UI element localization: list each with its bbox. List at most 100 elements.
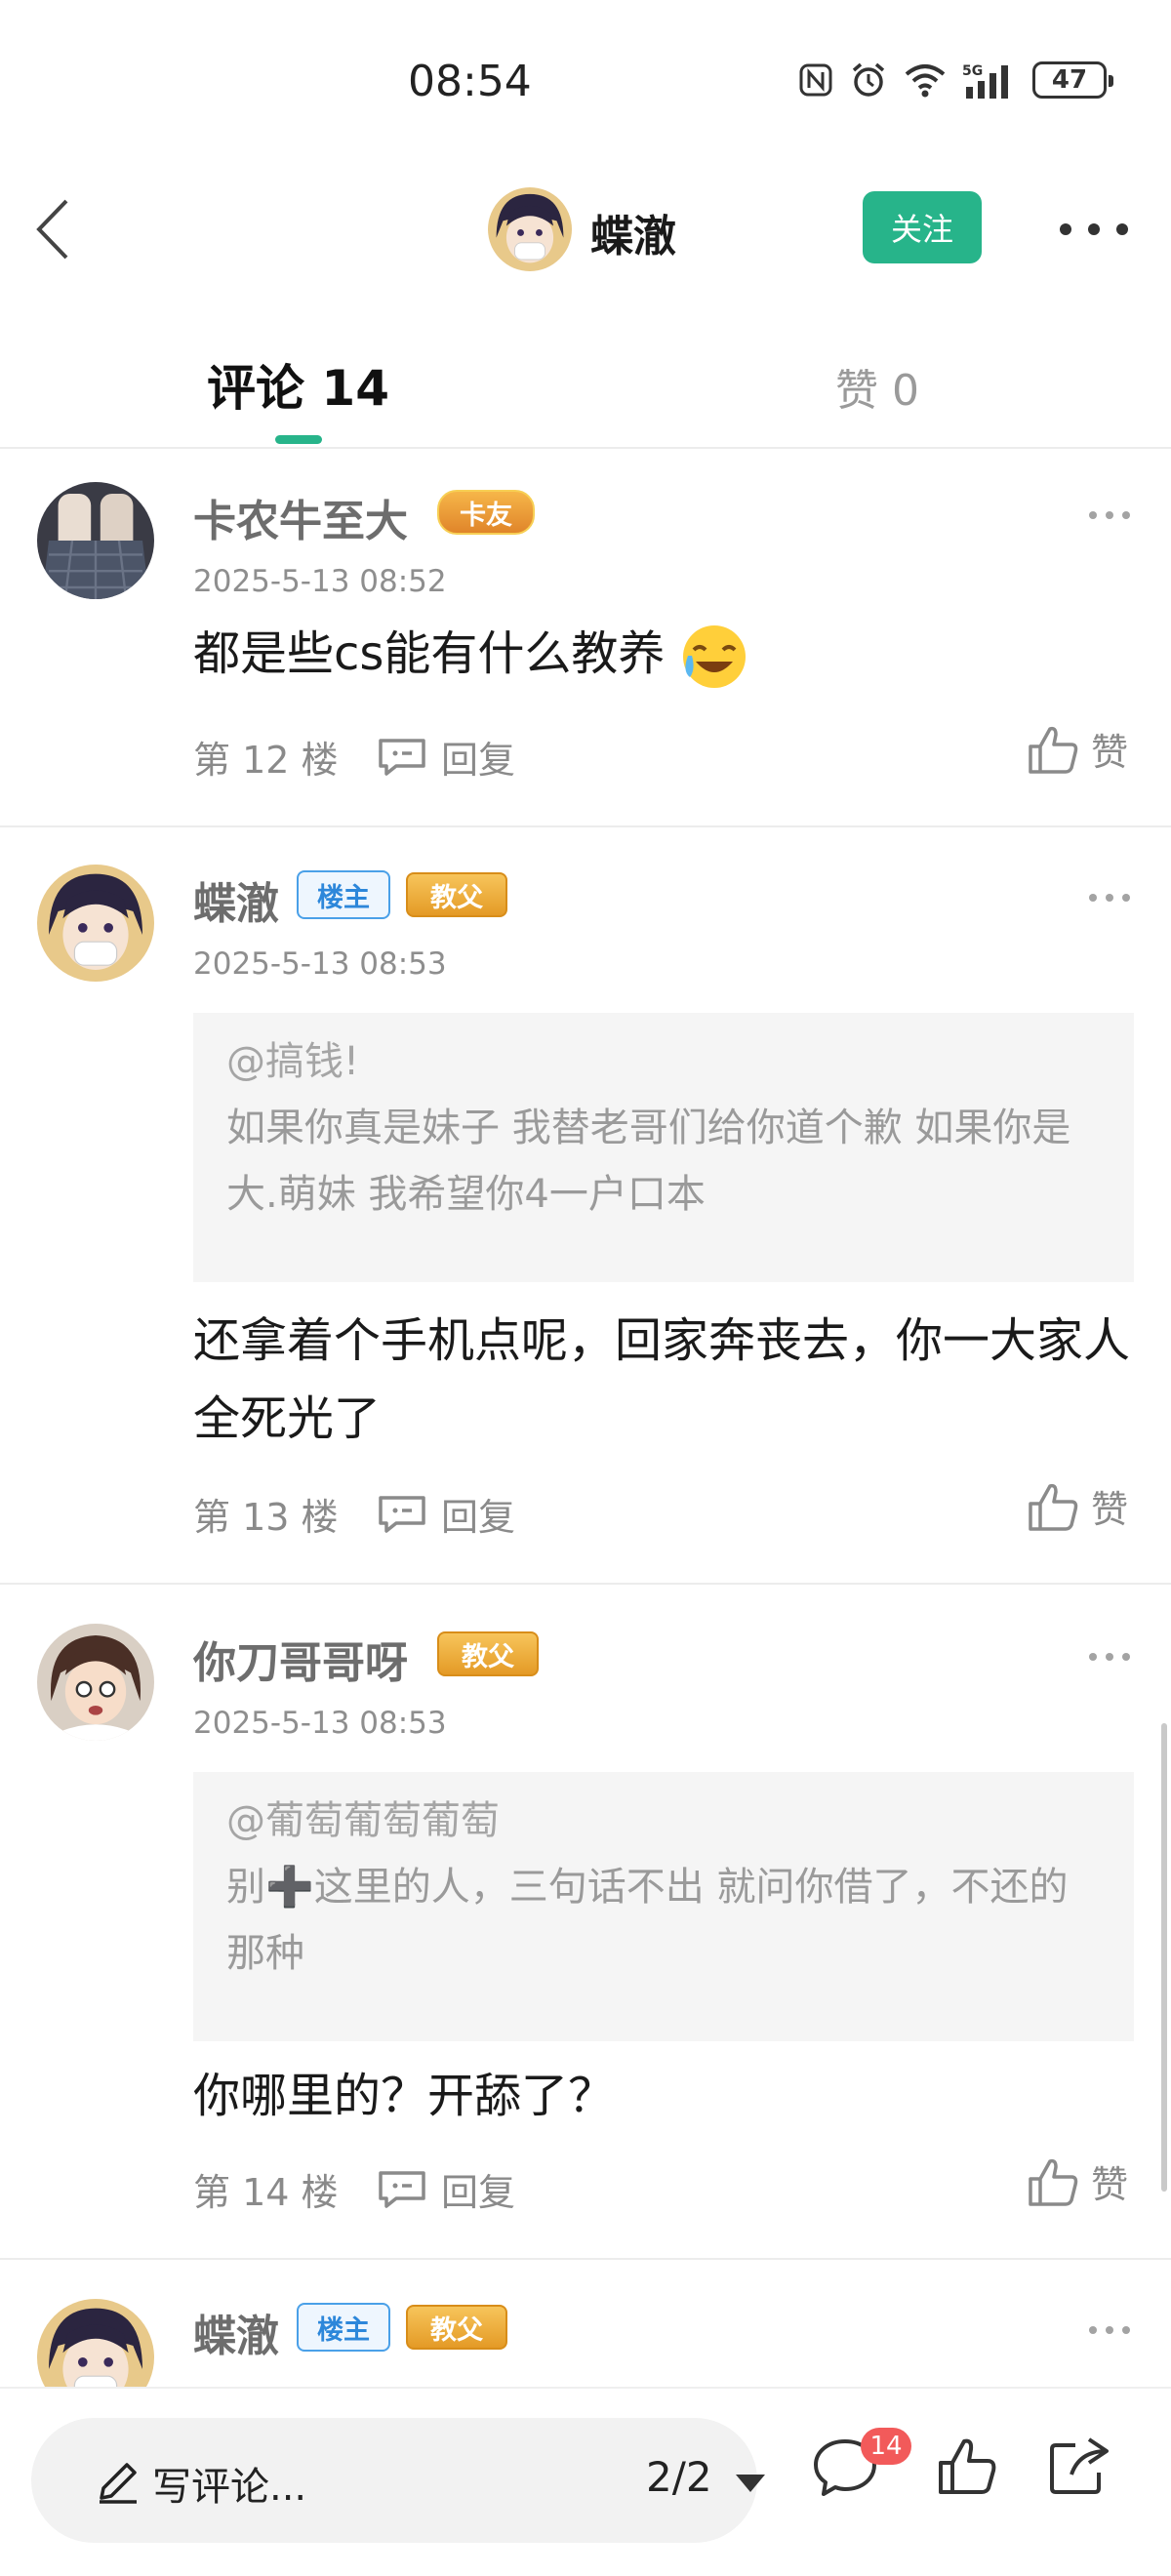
comment-time: 2025-5-13 08:53 bbox=[193, 946, 447, 982]
status-icons: 5G 47 bbox=[798, 60, 1113, 100]
tab-likes[interactable]: 赞 0 bbox=[835, 355, 919, 418]
thumbs-up-icon bbox=[1029, 726, 1078, 774]
photo-avatar-icon bbox=[37, 482, 154, 599]
more-options-button[interactable] bbox=[1060, 205, 1128, 254]
comment-more-button[interactable] bbox=[1089, 2324, 1130, 2336]
tab-bar: 评论 14 赞 0 bbox=[0, 332, 1171, 449]
dot-icon bbox=[1122, 894, 1130, 902]
comment-more-button[interactable] bbox=[1089, 892, 1130, 904]
dot-icon bbox=[1060, 223, 1071, 235]
reply-button[interactable]: 回复 bbox=[377, 1487, 515, 1541]
dot-icon bbox=[1116, 223, 1128, 235]
scrollbar[interactable] bbox=[1161, 1723, 1167, 2192]
commenter-avatar[interactable] bbox=[37, 1624, 154, 1741]
reply-button[interactable]: 回复 bbox=[377, 2162, 515, 2216]
reply-icon bbox=[379, 738, 425, 776]
like-label: 赞 bbox=[1091, 1488, 1129, 1531]
reply-label: 回复 bbox=[441, 2171, 516, 2214]
comment-item: 蝶澈 楼主 教父 2025-5-13 08:53 @搞钱! 如果你真是妹子 我替… bbox=[0, 827, 1171, 1585]
dot-icon bbox=[1122, 511, 1130, 519]
anime-avatar-icon bbox=[37, 2299, 154, 2387]
svg-text:5G: 5G bbox=[962, 63, 983, 79]
quoted-text: 别➕这里的人，三句话不出 就问你借了，不还的那种 bbox=[226, 1865, 1069, 1976]
top-nav: 蝶澈 关注 bbox=[0, 166, 1171, 287]
thumbs-up-icon[interactable] bbox=[935, 2435, 997, 2498]
header-username[interactable]: 蝶澈 bbox=[590, 201, 676, 263]
back-button[interactable] bbox=[29, 195, 78, 263]
status-time: 08:54 bbox=[408, 57, 532, 106]
commenter-name[interactable]: 卡农牛至大 bbox=[193, 486, 408, 548]
like-button[interactable]: 赞 bbox=[1027, 2154, 1128, 2208]
comment-item: 卡农牛至大 卡友 2025-5-13 08:52 都是些cs能有什么教养 第 1… bbox=[0, 451, 1171, 827]
tab-active-indicator bbox=[275, 435, 322, 444]
anime-avatar-icon bbox=[488, 187, 572, 271]
share-icon[interactable] bbox=[1046, 2435, 1110, 2498]
header-avatar[interactable] bbox=[488, 187, 572, 271]
user-level-badge: 教父 bbox=[406, 2305, 507, 2350]
comment-more-button[interactable] bbox=[1089, 509, 1130, 521]
reply-button[interactable]: 回复 bbox=[377, 730, 515, 784]
bottom-action-bar: 写评论... 2/2 14 bbox=[0, 2387, 1171, 2576]
comment-item: 蝶澈 楼主 教父 bbox=[0, 2260, 1171, 2387]
floor-number: 第 13 楼 bbox=[193, 1496, 339, 1539]
status-bar: 08:54 5G 47 bbox=[0, 0, 1171, 166]
owner-badge: 楼主 bbox=[297, 2303, 390, 2352]
wifi-icon bbox=[905, 64, 946, 98]
comment-text: 都是些cs能有什么教养 bbox=[193, 615, 1134, 693]
user-level-badge: 卡友 bbox=[437, 490, 535, 535]
anime-avatar-icon bbox=[37, 865, 154, 982]
follow-button[interactable]: 关注 bbox=[863, 191, 982, 263]
floor-number: 第 14 楼 bbox=[193, 2171, 339, 2214]
comment-time: 2025-5-13 08:52 bbox=[193, 564, 447, 599]
thumbs-up-icon bbox=[1029, 2158, 1078, 2206]
commenter-name[interactable]: 蝶澈 bbox=[193, 2301, 279, 2363]
commenter-avatar[interactable] bbox=[37, 2299, 154, 2387]
tab-comments[interactable]: 评论 14 bbox=[207, 349, 389, 420]
like-button[interactable]: 赞 bbox=[1027, 722, 1128, 776]
commenter-avatar[interactable] bbox=[37, 482, 154, 599]
reply-label: 回复 bbox=[441, 1496, 516, 1539]
write-comment-input[interactable]: 写评论... 2/2 bbox=[31, 2418, 765, 2543]
dot-icon bbox=[1089, 1653, 1097, 1661]
quoted-comment[interactable]: @葡萄葡萄葡萄 别➕这里的人，三句话不出 就问你借了，不还的那种 bbox=[193, 1772, 1134, 2041]
like-label: 赞 bbox=[1091, 2163, 1129, 2206]
dot-icon bbox=[1089, 511, 1097, 519]
like-label: 赞 bbox=[1091, 731, 1129, 774]
floor-number: 第 12 楼 bbox=[193, 739, 339, 782]
quoted-user: @葡萄葡萄葡萄 bbox=[226, 1798, 500, 1843]
quoted-comment[interactable]: @搞钱! 如果你真是妹子 我替老哥们给你道个歉 如果你是大.萌妹 我希望你4一户… bbox=[193, 1013, 1134, 1282]
owner-badge: 楼主 bbox=[297, 870, 390, 919]
reply-label: 回复 bbox=[441, 739, 516, 782]
dot-icon bbox=[1122, 1653, 1130, 1661]
reply-icon bbox=[379, 2170, 425, 2208]
caret-down-icon[interactable] bbox=[736, 2475, 765, 2492]
commenter-avatar[interactable] bbox=[37, 865, 154, 982]
thumbs-up-icon bbox=[1029, 1483, 1078, 1531]
write-comment-placeholder: 写评论... bbox=[152, 2465, 307, 2510]
user-level-badge: 教父 bbox=[437, 1631, 539, 1676]
comment-item: 你刀哥哥呀 教父 2025-5-13 08:53 @葡萄葡萄葡萄 别➕这里的人，… bbox=[0, 1585, 1171, 2260]
battery-level: 47 bbox=[1051, 65, 1088, 95]
like-button[interactable]: 赞 bbox=[1027, 1479, 1128, 1533]
signal-5g-icon: 5G bbox=[962, 63, 1008, 99]
comment-text-content: 都是些cs能有什么教养 bbox=[193, 626, 666, 681]
user-level-badge: 教父 bbox=[406, 872, 507, 917]
reply-icon bbox=[379, 1495, 425, 1533]
crying-laughing-emoji-icon bbox=[682, 625, 746, 688]
comment-more-button[interactable] bbox=[1089, 1651, 1130, 1663]
commenter-name[interactable]: 蝶澈 bbox=[193, 868, 279, 931]
comment-time: 2025-5-13 08:53 bbox=[193, 1706, 447, 1741]
quoted-text: 如果你真是妹子 我替老哥们给你道个歉 如果你是大.萌妹 我希望你4一户口本 bbox=[226, 1106, 1071, 1217]
commenter-name[interactable]: 你刀哥哥呀 bbox=[193, 1628, 408, 1690]
comment-text: 你哪里的？开舔了？ bbox=[193, 2069, 616, 2123]
dot-icon bbox=[1122, 2326, 1130, 2334]
alarm-icon bbox=[852, 62, 885, 97]
page-indicator[interactable]: 2/2 bbox=[646, 2453, 712, 2501]
dot-icon bbox=[1106, 2326, 1113, 2334]
dot-icon bbox=[1089, 2326, 1097, 2334]
comment-text: 还拿着个手机点呢，回家奔丧去，你一大家人全死光了 bbox=[193, 1313, 1131, 1446]
comment-count-badge: 14 bbox=[861, 2428, 911, 2465]
pencil-icon bbox=[100, 2463, 137, 2504]
dot-icon bbox=[1089, 894, 1097, 902]
anime-avatar-icon bbox=[37, 1624, 154, 1741]
